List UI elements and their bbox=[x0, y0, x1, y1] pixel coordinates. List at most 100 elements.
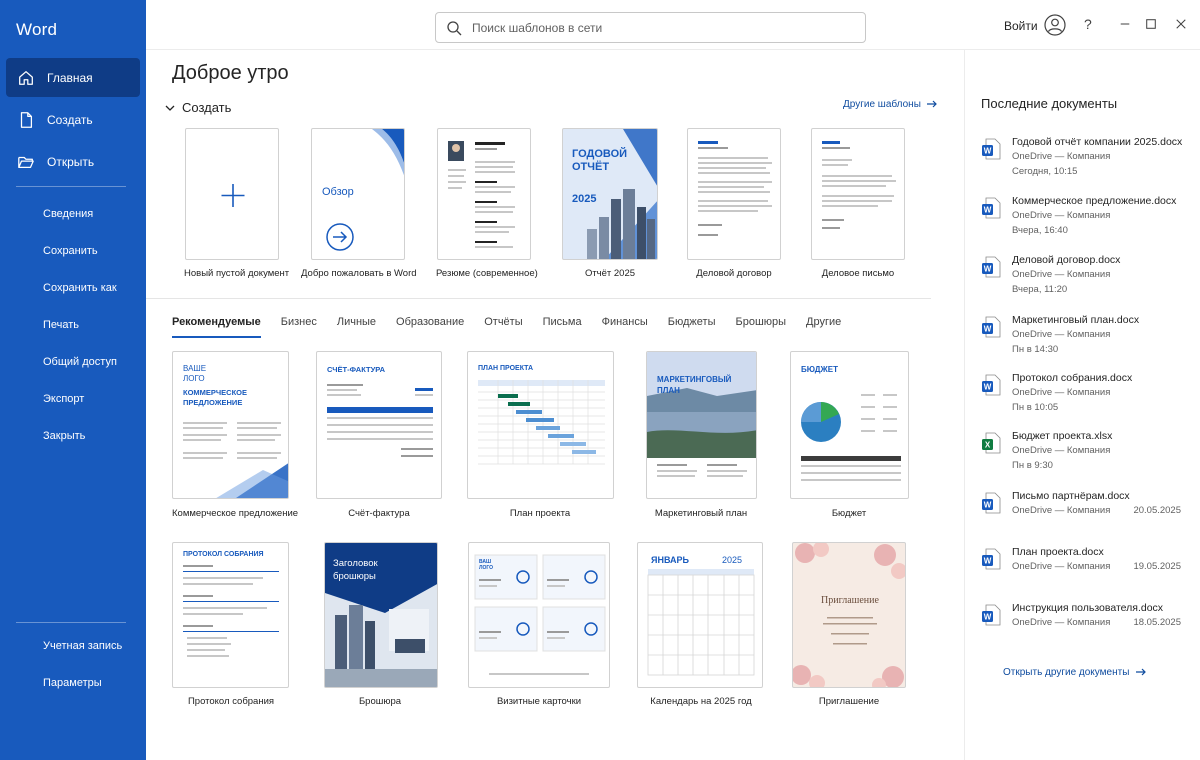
search-icon bbox=[447, 20, 462, 35]
template-resume[interactable]: Резюме (современное) bbox=[436, 128, 538, 280]
recent-document-name: Маркетинговый план.docx bbox=[1012, 314, 1140, 326]
recent-document-item[interactable]: W Годовой отчёт компании 2025.docx OneDriv… bbox=[981, 136, 1191, 190]
template-search[interactable] bbox=[435, 12, 866, 43]
template-report-2025[interactable]: ГОДОВОЙ ОТЧЁТ 2025 Отчёт 2025 bbox=[561, 128, 659, 280]
template-calendar-2025[interactable]: ЯНВАРЬ 2025 Календарь на 2025 год bbox=[636, 542, 766, 710]
calendar-month-text: ЯНВАРЬ bbox=[651, 555, 689, 565]
tab-education[interactable]: Образование bbox=[396, 316, 464, 338]
nav-home[interactable]: Главная bbox=[6, 58, 140, 97]
nav-share[interactable]: Общий доступ bbox=[0, 346, 146, 383]
maximize-icon bbox=[1146, 19, 1156, 29]
template-blank[interactable]: Новый пустой документ bbox=[184, 128, 290, 280]
invitation-title-text: Приглашение bbox=[821, 595, 879, 606]
avatar[interactable] bbox=[1044, 14, 1066, 36]
recent-document-location: OneDrive — Компания bbox=[1012, 151, 1111, 162]
template-caption: Добро пожаловать в Word bbox=[301, 268, 417, 279]
tab-letters[interactable]: Письма bbox=[543, 316, 582, 338]
template-brochure[interactable]: Заголовок брошюры Брошюра bbox=[322, 542, 438, 710]
nav-new[interactable]: Создать bbox=[6, 100, 140, 139]
svg-text:W: W bbox=[984, 206, 992, 215]
nav-options[interactable]: Параметры bbox=[0, 667, 146, 704]
close-button[interactable] bbox=[1174, 17, 1188, 31]
template-invitation[interactable]: Приглашение Приглашение bbox=[791, 542, 907, 710]
recent-document-name: Инструкция пользователя.docx bbox=[1012, 602, 1164, 614]
calendar-year-text: 2025 bbox=[722, 555, 743, 565]
recent-document-item[interactable]: W Маркетинговый план.docx OneDrive — Компа… bbox=[981, 314, 1191, 368]
nav-save[interactable]: Сохранить bbox=[0, 235, 146, 272]
word-file-icon: W bbox=[982, 548, 1001, 570]
more-templates-link[interactable]: Другие шаблоны bbox=[843, 98, 938, 110]
nav-close[interactable]: Закрыть bbox=[0, 420, 146, 457]
template-commercial-offer[interactable]: ВАШЕ ЛОГО КОММЕРЧЕСКОЕ ПРЕДЛОЖЕНИЕ Комме… bbox=[172, 351, 298, 523]
minimize-button[interactable] bbox=[1118, 17, 1132, 31]
nav-open[interactable]: Открыть bbox=[6, 142, 140, 181]
tab-budgets[interactable]: Бюджеты bbox=[668, 316, 716, 338]
tab-business[interactable]: Бизнес bbox=[281, 316, 317, 338]
tab-other[interactable]: Другие bbox=[806, 316, 841, 338]
template-category-tabs: Рекомендуемые Бизнес Личные Образование … bbox=[172, 316, 861, 338]
tab-finance[interactable]: Финансы bbox=[602, 316, 648, 338]
template-thumbnail: ГОДОВОЙ ОТЧЁТ 2025 bbox=[562, 128, 658, 260]
nav-account[interactable]: Учетная запись bbox=[0, 630, 146, 667]
close-icon bbox=[1176, 19, 1186, 29]
recent-documents-panel: Последние документы W Годовой отчёт компа… bbox=[964, 50, 1200, 760]
template-project-plan[interactable]: ПЛАН ПРОЕКТА План проекта bbox=[466, 351, 614, 523]
recent-document-location: OneDrive — Компания bbox=[1012, 561, 1111, 572]
template-marketing-plan[interactable]: МАРКЕТИНГОВЫЙ ПЛАН Маркетинговый план bbox=[636, 351, 766, 523]
tab-reports[interactable]: Отчёты bbox=[484, 316, 522, 338]
recent-document-item[interactable]: W Деловой договор.docx OneDrive — Компания… bbox=[981, 254, 1191, 308]
template-thumbnail: ЯНВАРЬ 2025 bbox=[637, 542, 763, 688]
help-button[interactable]: ? bbox=[1084, 16, 1092, 32]
recent-document-name: Коммерческое предложение.docx bbox=[1012, 195, 1177, 207]
greeting: Доброе утро bbox=[172, 62, 289, 84]
recent-document-name: Письмо партнёрам.docx bbox=[1012, 490, 1130, 502]
svg-text:X: X bbox=[985, 441, 991, 450]
word-file-icon: W bbox=[982, 197, 1001, 219]
recent-document-item[interactable]: W Инструкция пользователя.docx OneDrive — … bbox=[981, 602, 1191, 656]
template-caption: Новый пустой документ bbox=[184, 268, 290, 279]
template-business-cards[interactable]: ВАШ ЛОГО Визитные карточки bbox=[466, 542, 612, 710]
nav-print[interactable]: Печать bbox=[0, 309, 146, 346]
template-meeting-minutes[interactable]: ПРОТОКОЛ СОБРАНИЯ Протокол собрания bbox=[172, 542, 290, 710]
tab-brochures[interactable]: Брошюры bbox=[735, 316, 786, 338]
maximize-button[interactable] bbox=[1144, 17, 1158, 31]
signin-link[interactable]: Войти bbox=[1004, 19, 1038, 33]
create-section-toggle[interactable]: Создать bbox=[164, 100, 231, 115]
recent-document-item[interactable]: W План проекта.docx OneDrive — Компания 19.… bbox=[981, 546, 1191, 600]
template-contract[interactable]: Деловой договор bbox=[686, 128, 782, 280]
arrow-right-icon bbox=[1136, 668, 1147, 676]
template-caption: Счёт-фактура bbox=[348, 508, 410, 519]
template-budget[interactable]: БЮДЖЕТ Бюджет bbox=[789, 351, 909, 523]
recent-document-location: OneDrive — Компания bbox=[1012, 329, 1111, 340]
template-letter[interactable]: Деловое письмо bbox=[809, 128, 907, 280]
recent-document-item[interactable]: W Письмо партнёрам.docx OneDrive — Компани… bbox=[981, 490, 1191, 544]
business-card-logo: ВАШ ЛОГО bbox=[479, 559, 494, 571]
recent-document-item[interactable]: W Протокол собрания.docx OneDrive — Компан… bbox=[981, 372, 1191, 426]
nav-info[interactable]: Сведения bbox=[0, 198, 146, 235]
nav-save-as[interactable]: Сохранить как bbox=[0, 272, 146, 309]
minimize-icon bbox=[1120, 23, 1130, 25]
tab-recommended[interactable]: Рекомендуемые bbox=[172, 316, 261, 338]
word-file-icon: W bbox=[982, 316, 1001, 338]
svg-text:W: W bbox=[984, 147, 992, 156]
template-welcome[interactable]: Обзор Добро пожаловать в Word bbox=[301, 128, 417, 280]
create-label: Создать bbox=[182, 100, 232, 115]
recent-document-date: Пн в 10:05 bbox=[1012, 402, 1059, 413]
template-invoice[interactable]: СЧЁТ-ФАКТУРА Счёт-фактура bbox=[316, 351, 442, 523]
budget-preview bbox=[801, 394, 901, 481]
recent-document-item[interactable]: X Бюджет проекта.xlsx OneDrive — Компания П… bbox=[981, 430, 1191, 484]
recent-document-date: Пн в 9:30 bbox=[1012, 460, 1053, 471]
search-input[interactable] bbox=[472, 20, 852, 35]
recent-document-date: 19.05.2025 bbox=[1133, 561, 1181, 572]
word-file-icon: W bbox=[982, 492, 1001, 514]
nav-bottom: Учетная запись Параметры bbox=[0, 630, 146, 704]
new-document-icon bbox=[16, 110, 36, 130]
recent-title: Последние документы bbox=[981, 96, 1118, 111]
template-caption: Приглашение bbox=[818, 696, 880, 707]
recent-document-item[interactable]: W Коммерческое предложение.docx OneDrive —… bbox=[981, 195, 1191, 249]
nav-export[interactable]: Экспорт bbox=[0, 383, 146, 420]
template-thumbnail bbox=[811, 128, 905, 260]
tab-personal[interactable]: Личные bbox=[337, 316, 376, 338]
template-caption: Деловое письмо bbox=[821, 268, 895, 279]
open-more-documents-link[interactable]: Открыть другие документы bbox=[1003, 666, 1147, 678]
